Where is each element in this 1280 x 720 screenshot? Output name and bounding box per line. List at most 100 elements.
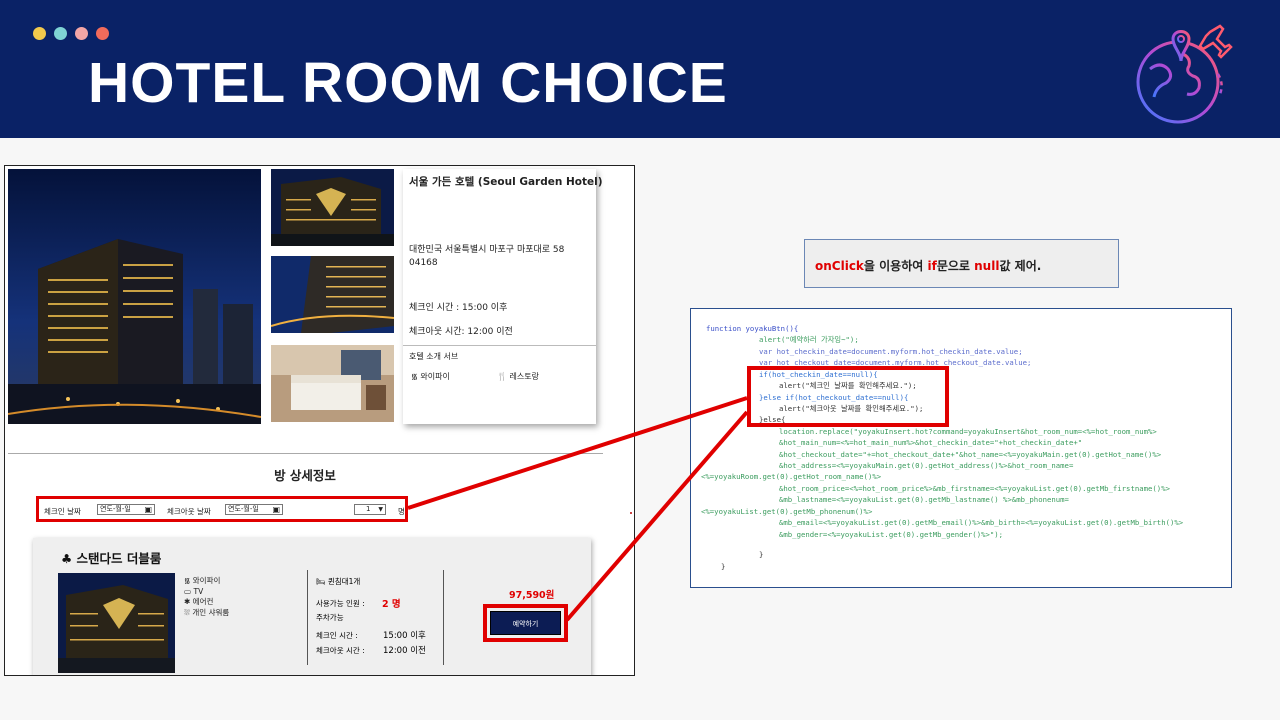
code-text: <%=yoyakuList.get(0).getMb_phonenum()%>	[701, 507, 873, 516]
parking-info: 주차가능	[316, 613, 344, 622]
dot-pink	[75, 27, 88, 40]
note-box: onClick을 이용하여 if문으로 null값 제어.	[804, 239, 1119, 288]
room-photo	[58, 573, 175, 673]
people-unit: 명	[398, 507, 405, 516]
slide-title: HOTEL ROOM CHOICE	[88, 51, 728, 115]
reserve-highlight-box: 예약하기	[483, 604, 568, 642]
service-wifi-label: 와이파이	[420, 372, 450, 381]
code-text: location.replace("yoyakuInsert.hot?comma…	[779, 427, 1157, 436]
title-banner: HOTEL ROOM CHOICE	[0, 0, 1280, 138]
hotel-page-screenshot: 서울 가든 호텔 (Seoul Garden Hotel) 대한민국 서울특별시…	[4, 165, 635, 676]
checkin-date-input[interactable]: 연도-월-일 ▣	[97, 504, 155, 515]
code-text: alert("예약하러 가자잉~");	[759, 335, 859, 344]
note-text-3: 값 제어.	[999, 259, 1042, 273]
amenities-list: ᯾ 와이파이 ▭ TV ✱ 에어컨 ⛆ 개인 샤워룸	[184, 576, 229, 618]
dot-teal	[54, 27, 67, 40]
amenity-tv: ▭ TV	[184, 587, 229, 598]
column-divider	[307, 570, 308, 665]
code-line: &hot_checkout_date="+=hot_checkout_date+…	[779, 449, 1161, 460]
amenity-wifi: ᯾ 와이파이	[184, 576, 229, 587]
checkout-date-placeholder: 연도-월-일	[228, 505, 259, 513]
hotel-photo-room	[271, 345, 394, 422]
amenity-aircon: ✱ 에어컨	[184, 597, 229, 608]
restaurant-icon: 🍴	[497, 372, 510, 381]
amenity-tv-label: TV	[193, 586, 204, 596]
people-select-value: 1	[366, 505, 371, 513]
code-text: }	[759, 550, 764, 559]
aircon-icon: ✱	[184, 597, 193, 606]
bed-icon: 🛏	[316, 577, 328, 586]
chevron-down-icon: ▼	[378, 506, 383, 513]
service-restaurant: 🍴 레스토랑	[497, 371, 539, 382]
people-select[interactable]: 1 ▼	[354, 504, 386, 515]
bed-info: 🛏 퀸침대1개	[316, 576, 360, 587]
decorative-dots	[33, 27, 109, 40]
code-line: }	[721, 561, 725, 572]
room-checkout-value: 12:00 이전	[383, 646, 426, 656]
wifi-icon: ᯾	[184, 576, 193, 585]
code-snippet: function yoyakuBtn(){ alert("예약하러 가자잉~")…	[690, 308, 1232, 588]
code-text: &mb_lastname=<%=yoyakuList.get(0).getMb_…	[779, 495, 1069, 504]
reserve-button[interactable]: 예약하기	[490, 611, 561, 635]
amenity-aircon-label: 에어컨	[192, 597, 214, 606]
service-wifi: ᯾ 와이파이	[411, 371, 450, 382]
code-line: alert("예약하러 가자잉~");	[759, 334, 859, 345]
checkout-date-label: 체크아웃 날짜	[167, 507, 211, 516]
hotel-photo-street	[271, 256, 394, 333]
code-text: &mb_email=<%=yoyakuList.get(0).getMb_ema…	[779, 518, 1184, 527]
room-checkin-label: 체크인 시간 :	[316, 631, 358, 640]
note-keyword-if: if	[927, 259, 937, 273]
hotel-checkin-time: 체크인 시간 : 15:00 이후	[409, 303, 508, 313]
checkout-date-input[interactable]: 연도-월-일 ▣	[225, 504, 283, 515]
code-text: }	[721, 562, 726, 571]
hotel-name: 서울 가든 호텔 (Seoul Garden Hotel)	[409, 176, 603, 188]
code-line: function yoyakuBtn(){	[706, 323, 798, 334]
if-null-highlight-box	[747, 366, 949, 427]
bed-label: 퀸침대1개	[327, 577, 361, 586]
dot-red	[96, 27, 109, 40]
code-line: &mb_email=<%=yoyakuList.get(0).getMb_ema…	[779, 517, 1183, 528]
room-detail-title: 방 상세정보	[274, 468, 336, 483]
code-line: &mb_gender=<%=yoyakuList.get(0).getMb_ge…	[779, 529, 1003, 540]
hotel-checkout-time: 체크아웃 시간: 12:00 이전	[409, 327, 513, 337]
code-line: &hot_address=<%=yoyakuMain.get(0).getHot…	[779, 460, 1073, 471]
dot-yellow	[33, 27, 46, 40]
date-selection-bar: 체크인 날짜 연도-월-일 ▣ 체크아웃 날짜 연도-월-일 ▣ 1 ▼ 명	[36, 496, 408, 522]
calendar-icon: ▣	[144, 505, 152, 514]
checkin-date-placeholder: 연도-월-일	[100, 505, 131, 513]
calendar-icon: ▣	[272, 505, 280, 514]
code-line: &hot_room_price=<%=hot_room_price%>&mb_f…	[779, 483, 1170, 494]
code-text: &hot_checkout_date="+=hot_checkout_date+…	[779, 450, 1162, 459]
note-text-2: 문으로	[936, 259, 975, 273]
room-card: ♣ 스탠다드 더블룸 ᯾ 와이파이 ▭ TV ✱ 에어컨 ⛆ 개인 샤워룸 🛏 …	[33, 538, 591, 675]
service-restaurant-label: 레스토랑	[509, 372, 539, 381]
amenity-wifi-label: 와이파이	[192, 576, 221, 585]
room-checkin-value: 15:00 이후	[383, 631, 426, 641]
code-text: &hot_room_price=<%=hot_room_price%>&mb_f…	[779, 484, 1170, 493]
amenity-shower-label: 개인 샤워룸	[192, 607, 230, 617]
note-keyword-null: null	[974, 259, 1000, 273]
code-text: function yoyakuBtn(){	[706, 324, 799, 333]
wifi-icon: ᯾	[411, 372, 421, 381]
globe-travel-icon	[1136, 24, 1233, 124]
services-title: 호텔 소개 서브	[409, 352, 459, 361]
code-line: &mb_lastname=<%=yoyakuList.get(0).getMb_…	[779, 494, 1069, 505]
capacity-label: 사용가능 인원 :	[316, 599, 365, 608]
code-text: <%=yoyakuRoom.get(0).getHot_room_name()%…	[701, 472, 882, 481]
column-divider	[443, 570, 444, 665]
hotel-address: 대한민국 서울특별시 마포구 마포대로 58 04168	[409, 245, 565, 268]
code-text: var hot_checkin_date=document.myform.hot…	[759, 347, 1023, 356]
amenity-shower: ⛆ 개인 샤워룸	[184, 608, 229, 619]
hotel-photo-facade	[271, 169, 394, 246]
code-line: <%=yoyakuRoom.get(0).getHot_room_name()%…	[701, 471, 881, 482]
code-line: var hot_checkin_date=document.myform.hot…	[759, 346, 1023, 357]
note-text: onClick을 이용하여 if문으로 null값 제어.	[815, 257, 1041, 274]
code-text: &hot_address=<%=yoyakuMain.get(0).getHot…	[779, 461, 1074, 470]
card-divider	[403, 345, 596, 346]
stray-mark	[630, 512, 632, 514]
section-divider	[8, 453, 603, 454]
code-line: }	[759, 549, 763, 560]
note-text-1: 을 이용하여	[863, 259, 928, 273]
hotel-main-photo	[8, 169, 261, 424]
room-title: ♣ 스탠다드 더블룸	[61, 551, 162, 566]
